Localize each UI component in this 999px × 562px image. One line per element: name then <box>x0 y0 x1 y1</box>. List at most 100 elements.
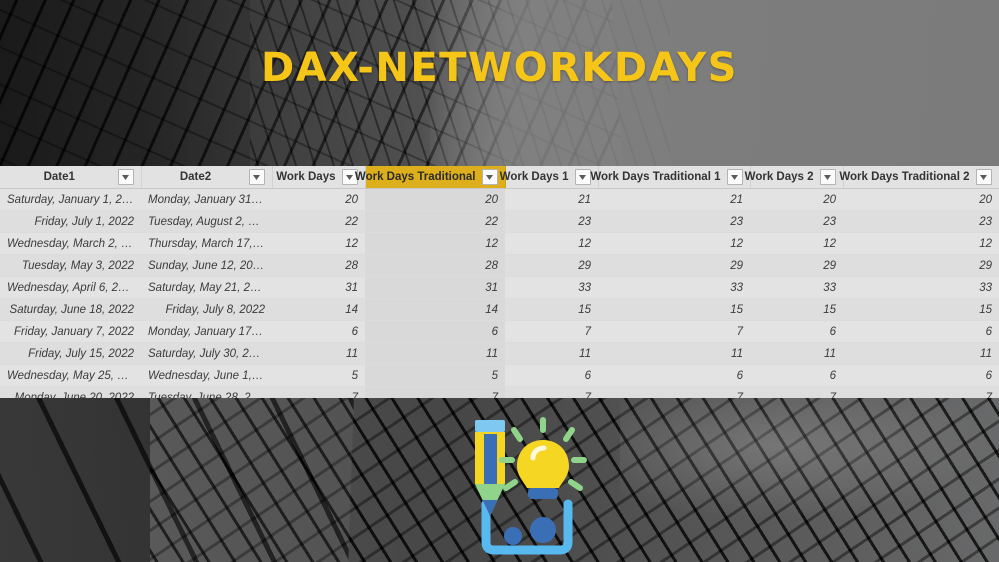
cell-date1[interactable]: Saturday, January 1, 2022 <box>0 188 141 211</box>
column-header-wdt2[interactable]: Work Days Traditional 2 <box>839 166 999 189</box>
table-row[interactable]: Monday, June 20, 2022 Tuesday, June 28, 2… <box>0 386 999 398</box>
cell-date1[interactable]: Friday, July 1, 2022 <box>0 210 141 233</box>
cell-wdt2[interactable]: 23 <box>843 210 999 233</box>
cell-wd[interactable]: 5 <box>272 364 365 387</box>
cell-wd2[interactable]: 20 <box>750 188 843 211</box>
filter-dropdown-icon[interactable] <box>574 169 591 185</box>
cell-wd2[interactable]: 12 <box>750 232 843 255</box>
cell-wd1[interactable]: 29 <box>505 254 598 277</box>
cell-wd2[interactable]: 7 <box>750 386 843 398</box>
cell-wdt1[interactable]: 7 <box>598 386 750 398</box>
cell-wd1[interactable]: 7 <box>505 386 598 398</box>
cell-wd1[interactable]: 6 <box>505 364 598 387</box>
cell-wd2[interactable]: 29 <box>750 254 843 277</box>
cell-date1[interactable]: Wednesday, March 2, 2022 <box>0 232 141 255</box>
cell-wd1[interactable]: 21 <box>505 188 598 211</box>
cell-date2[interactable]: Monday, January 17, 2022 <box>141 320 272 343</box>
cell-wd2[interactable]: 6 <box>750 320 843 343</box>
cell-wd[interactable]: 7 <box>272 386 365 398</box>
column-header-date2[interactable]: Date2 <box>141 166 273 189</box>
table-row[interactable]: Friday, July 1, 2022 Tuesday, August 2, 2… <box>0 210 999 233</box>
cell-date2[interactable]: Thursday, March 17, 2022 <box>141 232 272 255</box>
cell-wdt1[interactable]: 12 <box>598 232 750 255</box>
cell-wdt2[interactable]: 6 <box>843 364 999 387</box>
cell-wd2[interactable]: 33 <box>750 276 843 299</box>
cell-wdt[interactable]: 14 <box>365 298 505 321</box>
cell-wd[interactable]: 14 <box>272 298 365 321</box>
cell-wdt2[interactable]: 11 <box>843 342 999 365</box>
cell-wdt2[interactable]: 33 <box>843 276 999 299</box>
cell-wdt[interactable]: 5 <box>365 364 505 387</box>
cell-date1[interactable]: Friday, July 15, 2022 <box>0 342 141 365</box>
column-header-wd2[interactable]: Work Days 2 <box>745 166 844 189</box>
column-header-wdt1[interactable]: Work Days Traditional 1 <box>590 166 751 189</box>
table-row[interactable]: Saturday, June 18, 2022 Friday, July 8, 2… <box>0 298 999 321</box>
cell-wdt2[interactable]: 20 <box>843 188 999 211</box>
column-header-wd1[interactable]: Work Days 1 <box>500 166 599 189</box>
cell-wdt1[interactable]: 29 <box>598 254 750 277</box>
cell-wdt1[interactable]: 15 <box>598 298 750 321</box>
cell-wd[interactable]: 6 <box>272 320 365 343</box>
table-row[interactable]: Wednesday, March 2, 2022 Thursday, March … <box>0 232 999 255</box>
cell-date2[interactable]: Monday, January 31, 2022 <box>141 188 272 211</box>
table-row[interactable]: Friday, January 7, 2022 Monday, January 1… <box>0 320 999 343</box>
cell-wd[interactable]: 12 <box>272 232 365 255</box>
cell-wd1[interactable]: 7 <box>505 320 598 343</box>
filter-dropdown-icon[interactable] <box>481 169 498 185</box>
column-header-wd[interactable]: Work Days <box>272 166 366 189</box>
cell-wdt2[interactable]: 29 <box>843 254 999 277</box>
cell-date2[interactable]: Saturday, May 21, 2022 <box>141 276 272 299</box>
cell-wdt[interactable]: 12 <box>365 232 505 255</box>
column-header-date1[interactable]: Date1 <box>0 166 142 189</box>
cell-wdt1[interactable]: 23 <box>598 210 750 233</box>
cell-wd1[interactable]: 12 <box>505 232 598 255</box>
cell-date1[interactable]: Saturday, June 18, 2022 <box>0 298 141 321</box>
cell-wd1[interactable]: 33 <box>505 276 598 299</box>
cell-wdt1[interactable]: 21 <box>598 188 750 211</box>
cell-wdt[interactable]: 7 <box>365 386 505 398</box>
cell-wd1[interactable]: 11 <box>505 342 598 365</box>
cell-wdt1[interactable]: 6 <box>598 364 750 387</box>
cell-wd[interactable]: 22 <box>272 210 365 233</box>
cell-wd2[interactable]: 11 <box>750 342 843 365</box>
cell-date2[interactable]: Sunday, June 12, 2022 <box>141 254 272 277</box>
cell-date2[interactable]: Friday, July 8, 2022 <box>141 298 272 321</box>
cell-wdt1[interactable]: 7 <box>598 320 750 343</box>
cell-date1[interactable]: Wednesday, May 25, 2022 <box>0 364 141 387</box>
cell-wdt2[interactable]: 7 <box>843 386 999 398</box>
cell-wd1[interactable]: 15 <box>505 298 598 321</box>
cell-wd1[interactable]: 23 <box>505 210 598 233</box>
cell-date1[interactable]: Wednesday, April 6, 2022 <box>0 276 141 299</box>
cell-date2[interactable]: Tuesday, June 28, 2022 <box>141 386 272 398</box>
table-row[interactable]: Friday, July 15, 2022 Saturday, July 30, … <box>0 342 999 365</box>
filter-dropdown-icon[interactable] <box>117 169 134 185</box>
cell-wd2[interactable]: 6 <box>750 364 843 387</box>
cell-date1[interactable]: Monday, June 20, 2022 <box>0 386 141 398</box>
cell-wdt[interactable]: 28 <box>365 254 505 277</box>
column-header-wdt[interactable]: Work Days Traditional <box>355 166 506 189</box>
cell-wdt2[interactable]: 15 <box>843 298 999 321</box>
filter-dropdown-icon[interactable] <box>819 169 836 185</box>
cell-wd[interactable]: 28 <box>272 254 365 277</box>
cell-date2[interactable]: Wednesday, June 1, 2022 <box>141 364 272 387</box>
cell-wd[interactable]: 31 <box>272 276 365 299</box>
cell-wdt[interactable]: 6 <box>365 320 505 343</box>
cell-wdt[interactable]: 31 <box>365 276 505 299</box>
table-row[interactable]: Tuesday, May 3, 2022 Sunday, June 12, 202… <box>0 254 999 277</box>
cell-wdt1[interactable]: 11 <box>598 342 750 365</box>
cell-wdt1[interactable]: 33 <box>598 276 750 299</box>
filter-dropdown-icon[interactable] <box>726 169 743 185</box>
cell-wdt2[interactable]: 12 <box>843 232 999 255</box>
cell-date1[interactable]: Friday, January 7, 2022 <box>0 320 141 343</box>
cell-wdt[interactable]: 11 <box>365 342 505 365</box>
table-row[interactable]: Wednesday, May 25, 2022 Wednesday, June 1… <box>0 364 999 387</box>
table-row[interactable]: Wednesday, April 6, 2022 Saturday, May 21… <box>0 276 999 299</box>
filter-dropdown-icon[interactable] <box>248 169 265 185</box>
cell-wd2[interactable]: 23 <box>750 210 843 233</box>
filter-dropdown-icon[interactable] <box>975 169 992 185</box>
table-row[interactable]: Saturday, January 1, 2022 Monday, January… <box>0 188 999 211</box>
cell-date2[interactable]: Tuesday, August 2, 2022 <box>141 210 272 233</box>
cell-wdt2[interactable]: 6 <box>843 320 999 343</box>
cell-wd[interactable]: 20 <box>272 188 365 211</box>
cell-wdt[interactable]: 22 <box>365 210 505 233</box>
